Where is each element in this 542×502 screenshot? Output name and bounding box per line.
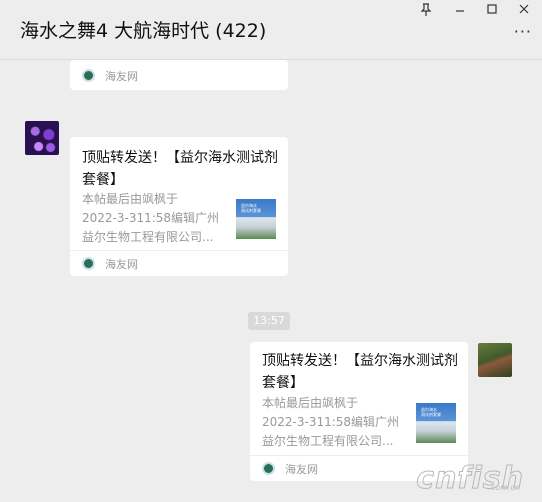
self-avatar[interactable] — [478, 343, 512, 377]
card-desc-line1: 本帖最后由飒枫于 — [82, 192, 179, 206]
card-desc-line3: 益尔生物工程有限公司... — [262, 434, 394, 448]
watermark-domain: .com.cn — [488, 483, 520, 492]
card-title-line1: 顶贴转发送！【益尔海水测试剂 — [262, 353, 458, 369]
pin-icon[interactable] — [416, 3, 436, 19]
source-logo-icon — [82, 69, 95, 82]
card-desc-line2: 2022-3-311:58编辑广州 — [262, 415, 400, 429]
link-card[interactable]: 顶贴转发送！【益尔海水测试剂 套餐】 本帖最后由飒枫于 2022-3-311:5… — [70, 137, 288, 276]
card-thumbnail: 益尔海水 测试剂套餐 — [236, 199, 276, 239]
thumb-text-line2: 测试剂套餐 — [421, 412, 441, 417]
link-card-partial[interactable]: 海友网 — [70, 60, 288, 90]
card-desc-line2: 2022-3-311:58编辑广州 — [82, 211, 220, 225]
card-title-line2: 套餐】 — [262, 375, 304, 391]
title-bar: 海水之舞4 大航海时代 (422) ··· — [0, 0, 542, 60]
source-name: 海友网 — [105, 70, 138, 83]
card-title-line1: 顶贴转发送！【益尔海水测试剂 — [82, 150, 278, 166]
maximize-icon[interactable] — [482, 3, 502, 19]
card-footer: 海友网 — [70, 250, 288, 276]
source-name: 海友网 — [105, 258, 138, 271]
message-timestamp: 13:57 — [248, 312, 290, 330]
minimize-icon[interactable] — [450, 3, 470, 19]
source-logo-icon — [262, 462, 275, 475]
more-options-icon[interactable]: ··· — [514, 22, 532, 41]
sender-avatar[interactable] — [25, 121, 59, 155]
card-title-line2: 套餐】 — [82, 172, 124, 188]
card-thumbnail: 益尔海水 测试剂套餐 — [416, 403, 456, 443]
thumb-text-line2: 测试剂套餐 — [241, 208, 261, 213]
source-name: 海友网 — [285, 463, 318, 476]
source-logo-icon — [82, 257, 95, 270]
close-icon[interactable] — [514, 3, 534, 19]
card-footer: 海友网 — [70, 60, 288, 90]
chat-title: 海水之舞4 大航海时代 (422) — [20, 20, 267, 42]
card-desc-line3: 益尔生物工程有限公司... — [82, 230, 214, 244]
card-desc-line1: 本帖最后由飒枫于 — [262, 396, 359, 410]
